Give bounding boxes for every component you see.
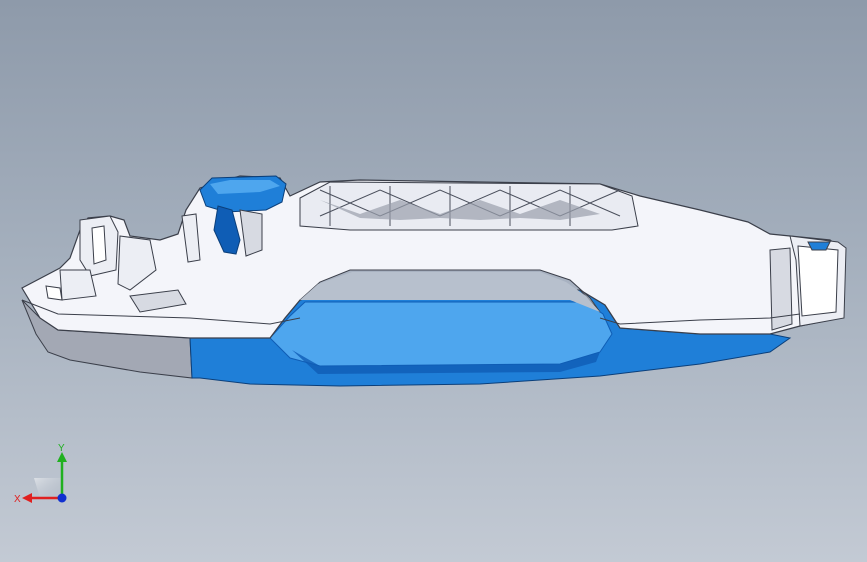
right-end-connector [769, 235, 847, 331]
x-axis-arrow [22, 493, 32, 503]
triad-plane [34, 478, 62, 498]
x-axis-label: X [14, 494, 21, 505]
y-axis-label: Y [58, 443, 65, 454]
z-axis-dot [57, 493, 67, 503]
door-handle-model[interactable] [0, 0, 867, 562]
blue-grip-inner [269, 301, 613, 367]
axis-triad: Y X [14, 443, 67, 505]
graphics-viewport[interactable]: Y X [0, 0, 867, 562]
